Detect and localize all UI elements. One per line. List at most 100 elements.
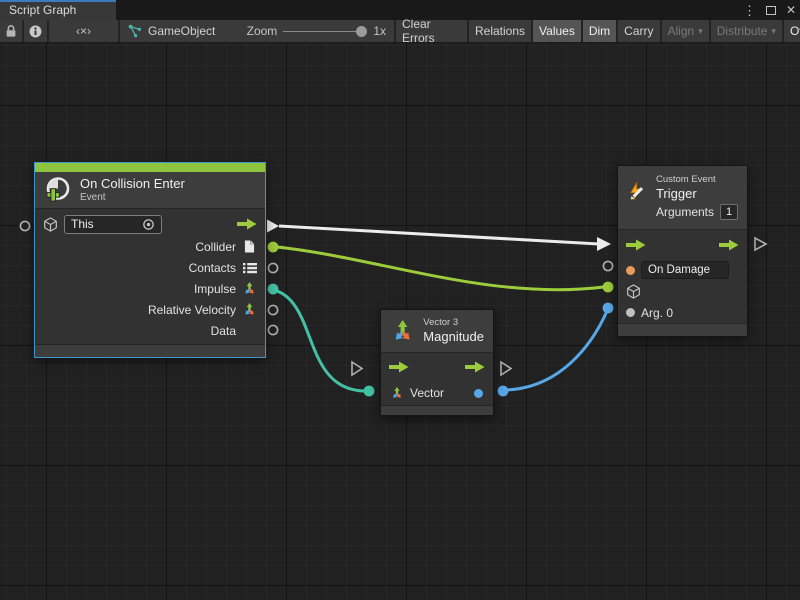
dim-toggle[interactable]: Dim xyxy=(583,20,616,42)
port-magnitude-flow-in[interactable] xyxy=(352,362,362,375)
wire-magnitude-to-arg0[interactable] xyxy=(506,311,607,390)
port-event-name-in[interactable] xyxy=(603,261,612,270)
node-type-label: Vector 3 xyxy=(423,317,484,329)
info-button[interactable] xyxy=(24,20,47,42)
vector3-axis-icon xyxy=(390,317,415,345)
port-data-out[interactable] xyxy=(268,325,277,334)
port-impulse-out[interactable] xyxy=(268,284,279,295)
chevron-down-icon: ▾ xyxy=(771,26,776,37)
graph-icon xyxy=(128,24,142,38)
graph-canvas[interactable]: On Collision Enter Event This xyxy=(0,43,800,600)
zoom-slider[interactable] xyxy=(283,20,367,42)
target-field[interactable]: This xyxy=(64,215,162,234)
collider-file-icon xyxy=(242,239,257,254)
chevron-down-icon: ▾ xyxy=(698,26,703,37)
object-picker-icon[interactable] xyxy=(142,218,155,231)
button-label: Dim xyxy=(589,24,610,38)
vector3-axis-icon xyxy=(242,281,257,296)
tab-bar: Script Graph ⋮ ✕ xyxy=(0,0,800,20)
close-icon[interactable]: ✕ xyxy=(786,4,796,16)
event-accent-strip xyxy=(35,163,265,172)
node-on-collision-enter[interactable]: On Collision Enter Event This xyxy=(34,162,266,358)
code-icon: ‹×› xyxy=(76,24,91,38)
node-footer xyxy=(35,344,265,357)
arguments-count-field[interactable]: 1 xyxy=(720,204,738,220)
script-graph-window: Script Graph ⋮ ✕ ‹×› GameObject Zoom xyxy=(0,0,800,600)
lock-button[interactable] xyxy=(0,20,22,42)
values-toggle[interactable]: Values xyxy=(533,20,581,42)
wire-flow-collision-to-trigger[interactable] xyxy=(279,226,599,244)
flow-in-arrow-icon xyxy=(389,361,409,373)
tab-title: Script Graph xyxy=(9,3,76,17)
flow-out-arrow-icon xyxy=(465,361,485,373)
overview-button[interactable]: Overv xyxy=(784,20,800,42)
zoom-slider-handle[interactable] xyxy=(356,26,367,37)
button-label: Clear Errors xyxy=(402,17,461,45)
gameobject-label[interactable]: GameObject xyxy=(148,24,215,38)
port-label-contacts: Contacts xyxy=(189,261,236,275)
port-trigger-flow-out[interactable] xyxy=(755,238,766,250)
event-name-field[interactable]: On Damage xyxy=(641,261,729,279)
port-this-input[interactable] xyxy=(20,221,29,230)
button-label: Overv xyxy=(790,24,800,38)
window-menu-icon[interactable]: ⋮ xyxy=(743,4,756,17)
graph-toolbar: ‹×› GameObject Zoom 1x Clear Errors Rela… xyxy=(0,20,800,43)
port-relative-velocity-out[interactable] xyxy=(268,305,277,314)
align-dropdown[interactable]: Align ▾ xyxy=(662,20,709,42)
info-icon xyxy=(29,25,42,38)
wire-impulse-to-vector[interactable] xyxy=(274,290,364,391)
button-label: Values xyxy=(539,24,575,38)
distribute-dropdown[interactable]: Distribute ▾ xyxy=(711,20,782,42)
relations-button[interactable]: Relations xyxy=(469,20,531,42)
vector3-axis-icon xyxy=(242,302,257,317)
button-label: Align xyxy=(668,24,695,38)
zoom-value: 1x xyxy=(373,24,386,38)
button-label: Carry xyxy=(624,24,653,38)
zoom-slider-track xyxy=(283,31,363,33)
lock-icon xyxy=(5,24,17,38)
graph-context-segment: GameObject Zoom 1x xyxy=(120,20,394,42)
carry-toggle[interactable]: Carry xyxy=(618,20,659,42)
tab-script-graph[interactable]: Script Graph xyxy=(0,0,116,20)
button-label: Distribute xyxy=(717,24,768,38)
port-event-target-in[interactable] xyxy=(603,282,614,293)
port-label-relative-velocity: Relative Velocity xyxy=(148,303,236,317)
float-output-dot-icon xyxy=(474,389,483,398)
empty-icon-slot xyxy=(242,323,257,338)
port-label-data: Data xyxy=(211,324,236,338)
wire-collider-to-target[interactable] xyxy=(277,247,604,290)
object-input-dot-icon xyxy=(626,308,635,317)
node-title: On Collision Enter xyxy=(80,176,185,192)
flow-out-arrow-icon xyxy=(237,218,257,230)
string-input-dot-icon xyxy=(626,266,635,275)
port-collider-out[interactable] xyxy=(268,242,279,253)
port-label-arg0: Arg. 0 xyxy=(641,306,673,320)
node-footer xyxy=(381,405,493,415)
port-magnitude-flow-out[interactable] xyxy=(501,362,511,375)
collision-event-icon xyxy=(44,176,72,204)
gameobject-cube-icon xyxy=(43,217,58,232)
window-controls: ⋮ ✕ xyxy=(743,0,796,20)
port-label-collider: Collider xyxy=(195,240,236,254)
port-label-vector: Vector xyxy=(410,386,444,400)
port-contacts-out[interactable] xyxy=(268,263,277,272)
clear-errors-button[interactable]: Clear Errors xyxy=(396,20,467,42)
node-subtitle: Event xyxy=(80,192,185,204)
port-vector-in-connected[interactable] xyxy=(364,386,375,397)
node-vector3-magnitude[interactable]: Vector 3 Magnitude Vector xyxy=(380,309,494,416)
port-label-impulse: Impulse xyxy=(194,282,236,296)
node-custom-event-trigger[interactable]: Custom Event Trigger Arguments 1 On Da xyxy=(617,165,748,337)
flow-in-arrow-icon xyxy=(626,239,646,251)
port-magnitude-value-out[interactable] xyxy=(498,386,509,397)
target-field-value: This xyxy=(71,217,94,231)
code-view-button[interactable]: ‹×› xyxy=(49,20,118,42)
port-flow-out-connected[interactable] xyxy=(267,220,279,233)
node-footer xyxy=(618,323,747,336)
node-type-label: Custom Event xyxy=(656,174,738,186)
port-arg0-in[interactable] xyxy=(603,303,614,314)
node-title: Magnitude xyxy=(423,329,484,345)
event-name-value: On Damage xyxy=(648,264,710,276)
gameobject-cube-icon xyxy=(626,284,641,299)
zoom-label: Zoom xyxy=(247,24,278,38)
maximize-icon[interactable] xyxy=(766,6,776,15)
